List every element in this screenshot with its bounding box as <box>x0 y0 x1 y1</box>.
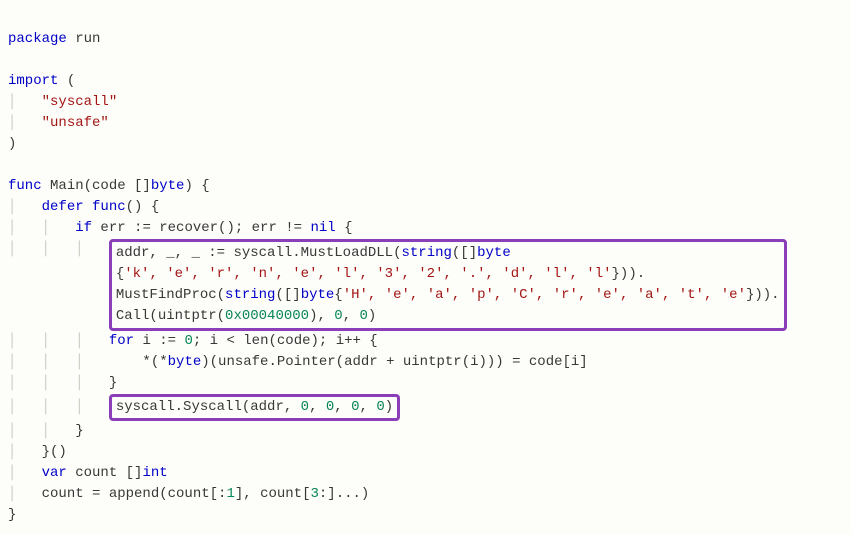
line-4: │ "syscall" <box>8 94 117 110</box>
line-20: │ }() <box>8 444 67 460</box>
line-6: ) <box>8 136 16 152</box>
highlight-box-1: addr, _, _ := syscall.MustLoadDLL(string… <box>109 239 787 331</box>
keyword-var: var <box>42 465 67 481</box>
line-15: │ │ │ for i := 0; i < len(code); i++ { <box>8 333 378 349</box>
line-8: func Main(code []byte) { <box>8 178 210 194</box>
line-16: │ │ │ *(*byte)(unsafe.Pointer(addr + uin… <box>8 354 588 370</box>
line-21: │ var count []int <box>8 465 168 481</box>
keyword-import: import <box>8 73 58 89</box>
import-syscall: "syscall" <box>42 94 118 110</box>
line-1: package run <box>8 31 100 47</box>
code-block: package run import ( │ "syscall" │ "unsa… <box>8 8 843 526</box>
highlight-box-2: syscall.Syscall(addr, 0, 0, 0, 0) <box>109 394 400 421</box>
dll-name-bytes: 'k', 'e', 'r', 'n', 'e', 'l', '3', '2', … <box>124 266 611 282</box>
keyword-func: func <box>8 178 42 194</box>
keyword-for: for <box>109 333 134 349</box>
keyword-if: if <box>75 220 92 236</box>
line-3: import ( <box>8 73 75 89</box>
line-23: } <box>8 507 16 523</box>
hex-literal: 0x00040000 <box>225 308 309 324</box>
func-main: Main <box>50 178 84 194</box>
line-22: │ count = append(count[:1], count[3:]...… <box>8 486 369 502</box>
keyword-package: package <box>8 31 67 47</box>
line-17: │ │ │ } <box>8 375 117 391</box>
line-5: │ "unsafe" <box>8 115 109 131</box>
keyword-defer: defer <box>42 199 84 215</box>
line-19: │ │ } <box>8 423 84 439</box>
import-unsafe: "unsafe" <box>42 115 109 131</box>
proc-name-bytes: 'H', 'e', 'a', 'p', 'C', 'r', 'e', 'a', … <box>343 287 746 303</box>
package-name: run <box>75 31 100 47</box>
line-10: │ │ if err := recover(); err != nil { <box>8 220 353 236</box>
line-9: │ defer func() { <box>8 199 159 215</box>
